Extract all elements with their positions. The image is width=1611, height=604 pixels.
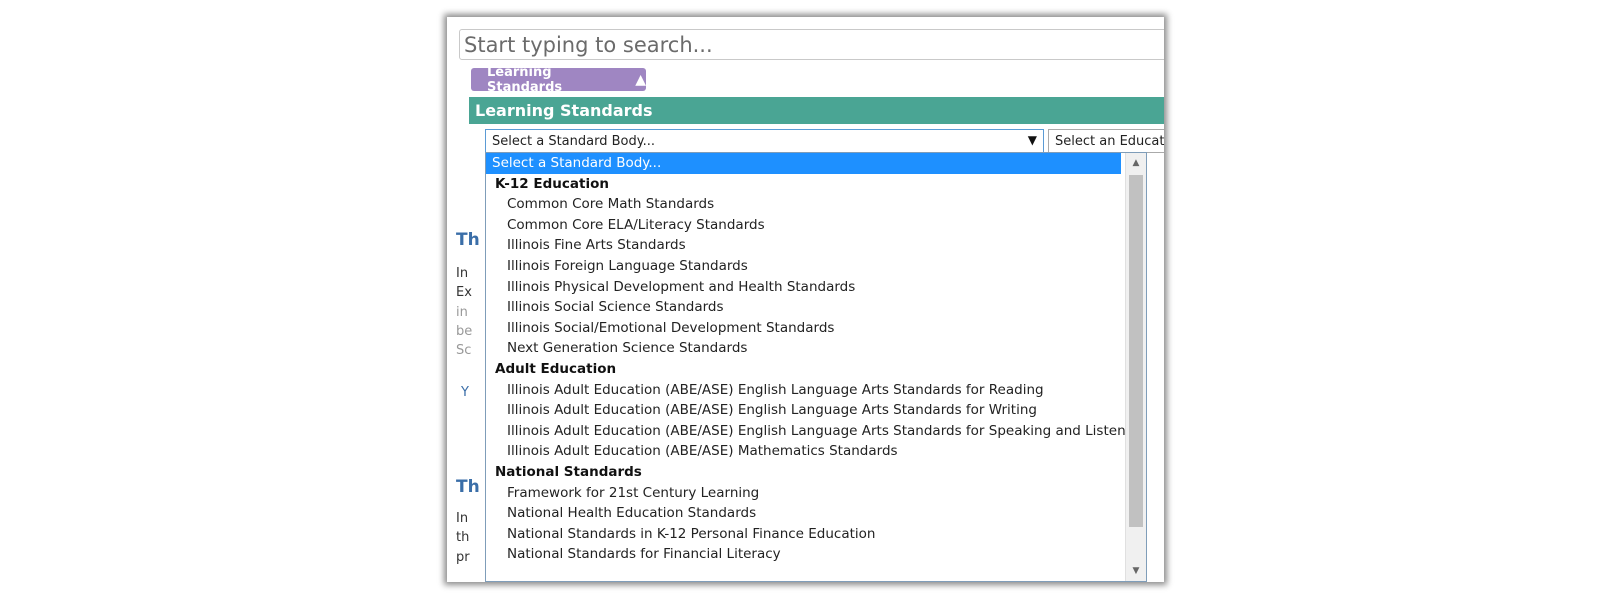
background-text-line: Ex xyxy=(456,285,472,300)
background-text-line: th xyxy=(456,530,470,545)
scroll-up-arrow-icon[interactable]: ▲ xyxy=(1126,153,1146,173)
option-illinois-social-science[interactable]: Illinois Social Science Standards xyxy=(486,297,1121,318)
optgroup-k12-education: K-12 Education xyxy=(495,175,609,192)
option-illinois-foreign-language[interactable]: Illinois Foreign Language Standards xyxy=(486,256,1121,277)
option-next-generation-science[interactable]: Next Generation Science Standards xyxy=(486,338,1121,359)
background-text-line: In xyxy=(456,511,469,526)
scrollbar-thumb[interactable] xyxy=(1129,175,1143,527)
option-illinois-social-emotional[interactable]: Illinois Social/Emotional Development St… xyxy=(486,318,1121,339)
standard-body-dropdown-list: Select a Standard Body... K-12 Education… xyxy=(485,152,1147,582)
education-select-value: Select an Educatio xyxy=(1055,133,1164,149)
option-k12-personal-finance[interactable]: National Standards in K-12 Personal Fina… xyxy=(486,524,1121,545)
background-text-line: be xyxy=(456,324,473,339)
option-illinois-fine-arts[interactable]: Illinois Fine Arts Standards xyxy=(486,235,1121,256)
scroll-down-arrow-icon[interactable]: ▼ xyxy=(1126,561,1146,581)
section-title: Learning Standards xyxy=(475,101,653,120)
option-adult-ela-reading[interactable]: Illinois Adult Education (ABE/ASE) Engli… xyxy=(486,380,1121,401)
background-text-line: pr xyxy=(456,550,470,565)
background-heading-2: Th xyxy=(456,477,480,497)
option-adult-ela-writing[interactable]: Illinois Adult Education (ABE/ASE) Engli… xyxy=(486,400,1121,421)
option-illinois-physical-development[interactable]: Illinois Physical Development and Health… xyxy=(486,277,1121,298)
option-common-core-math[interactable]: Common Core Math Standards xyxy=(486,194,1121,215)
background-link[interactable]: Y xyxy=(461,383,469,402)
filter-tag-label: Learning Standards xyxy=(487,64,563,95)
section-header: Learning Standards xyxy=(469,97,1164,124)
option-common-core-ela[interactable]: Common Core ELA/Literacy Standards xyxy=(486,215,1121,236)
option-adult-ela-speaking-listening[interactable]: Illinois Adult Education (ABE/ASE) Engli… xyxy=(486,421,1146,442)
optgroup-national-standards: National Standards xyxy=(495,463,642,480)
education-select[interactable]: Select an Educatio xyxy=(1048,129,1164,153)
background-heading-1: Th xyxy=(456,230,480,250)
option-framework-21st-century[interactable]: Framework for 21st Century Learning xyxy=(486,483,1121,504)
standard-body-select-value: Select a Standard Body... xyxy=(492,133,655,149)
option-adult-mathematics[interactable]: Illinois Adult Education (ABE/ASE) Mathe… xyxy=(486,441,1121,462)
standards-panel: Learning Standards ▲ Learning Standards … xyxy=(447,17,1164,582)
learning-standards-filter-tag[interactable]: Learning Standards ▲ xyxy=(471,65,646,95)
dropdown-arrow-icon: ▼ xyxy=(1027,133,1037,147)
option-financial-literacy[interactable]: National Standards for Financial Literac… xyxy=(486,544,1121,565)
option-national-health-education[interactable]: National Health Education Standards xyxy=(486,503,1121,524)
standard-body-select[interactable]: Select a Standard Body... ▼ xyxy=(485,129,1044,153)
search-input[interactable] xyxy=(459,29,1164,60)
triangle-up-icon: ▲ xyxy=(635,71,646,88)
background-text-line: In xyxy=(456,266,469,281)
dropdown-scrollbar[interactable]: ▲ ▼ xyxy=(1125,153,1146,581)
option-select-standard-body[interactable]: Select a Standard Body... xyxy=(486,153,1121,174)
background-text-line: in xyxy=(456,305,468,320)
optgroup-adult-education: Adult Education xyxy=(495,360,617,377)
background-text-line: Sc xyxy=(456,343,472,358)
